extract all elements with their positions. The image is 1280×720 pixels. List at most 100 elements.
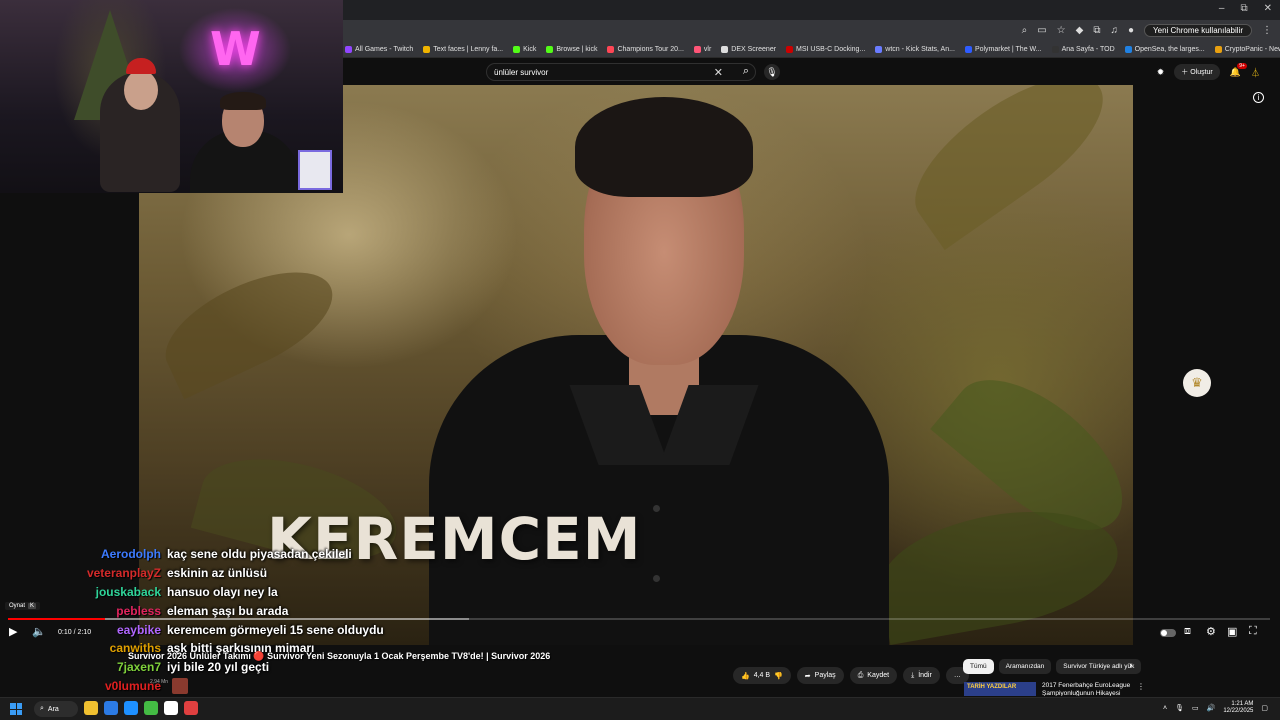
media-icon[interactable]: ♫ xyxy=(1110,25,1118,36)
channel-crest-icon[interactable]: ♛ xyxy=(1183,369,1211,397)
chat-text: iyi bile 20 yıl geçti xyxy=(167,660,270,675)
bookmark-label: CryptoPanic - News... xyxy=(1224,46,1280,53)
profile-icon[interactable]: ● xyxy=(1128,25,1134,36)
taskbar-app-icon[interactable] xyxy=(164,701,178,715)
bookmark-item[interactable]: Kick xyxy=(513,46,536,53)
taskbar-app-icon[interactable] xyxy=(144,701,158,715)
chat-username[interactable]: pebless xyxy=(85,604,167,618)
bookmark-item[interactable]: Polymarket | The W... xyxy=(964,46,1042,53)
like-button[interactable]: 👍 4,4 B 👎 xyxy=(733,667,791,684)
star-icon[interactable]: ☆ xyxy=(1057,25,1066,36)
notification-icon[interactable]: ▢ xyxy=(1261,704,1268,712)
windows-start-icon[interactable] xyxy=(10,703,22,715)
chat-username[interactable]: jouskaback xyxy=(85,585,167,599)
info-icon[interactable]: i xyxy=(1253,92,1264,103)
share-button[interactable]: ➦ Paylaş xyxy=(796,667,844,684)
minimize-button[interactable]: – xyxy=(1219,3,1225,14)
bookmark-item[interactable]: All Games - Twitch xyxy=(345,46,413,53)
bookmark-item[interactable]: Browse | kick xyxy=(546,46,597,53)
bookmark-favicon-icon xyxy=(875,46,883,53)
windows-taskbar: ⌕ Ara ˄ 🎙 ▭ 🔊 1:21 AM 12/22/2025 ▢ xyxy=(0,697,1280,720)
settings-gear-icon[interactable]: ⚙ xyxy=(1206,625,1216,638)
network-icon[interactable]: ▭ xyxy=(1192,704,1199,712)
bookmark-label: All Games - Twitch xyxy=(355,46,414,53)
clock-date: 12/22/2025 xyxy=(1223,708,1254,715)
chat-text: hansuo olayı ney la xyxy=(167,584,278,599)
chevron-right-icon[interactable]: › xyxy=(1129,660,1132,671)
bookmark-label: Kick xyxy=(523,46,537,53)
chat-username[interactable]: 7jaxen7 xyxy=(85,660,167,674)
avatar[interactable]: ⏃ xyxy=(1251,66,1260,79)
notification-badge: 9+ xyxy=(1237,62,1247,69)
bookmark-item[interactable]: Champions Tour 20... xyxy=(607,46,684,53)
taskbar-search-label: Ara xyxy=(47,705,59,713)
microphone-icon[interactable]: 🎙 xyxy=(764,64,780,80)
progress-bar[interactable] xyxy=(8,618,1270,620)
video-title: Survivor 2026 Ünlüler Takımı 🔴 Survivor … xyxy=(128,651,551,661)
taskbar-search[interactable]: ⌕ Ara xyxy=(34,701,78,717)
cast-icon[interactable]: ▭ xyxy=(1037,25,1046,36)
play-icon[interactable]: ▶ xyxy=(9,625,17,638)
extension-icon[interactable]: ◆ xyxy=(1076,25,1084,36)
volume-icon[interactable]: 🔈 xyxy=(32,625,46,638)
bookmark-item[interactable]: Ana Sayfa - TOD xyxy=(1051,46,1115,53)
extension-icon[interactable]: ✹ xyxy=(1157,67,1165,78)
thumbs-down-icon[interactable]: 👎 xyxy=(774,672,783,680)
chevron-up-icon[interactable]: ˄ xyxy=(1163,705,1167,712)
bookmark-item[interactable]: OpenSea, the larges... xyxy=(1124,46,1205,53)
bookmark-label: Champions Tour 20... xyxy=(617,46,684,53)
foliage-decor xyxy=(893,85,1125,250)
bell-icon[interactable]: 🔔 9+ xyxy=(1230,62,1247,78)
taskbar-app-icon[interactable] xyxy=(84,701,98,715)
download-button[interactable]: ⤓ İndir xyxy=(903,667,940,684)
close-button[interactable]: ✕ xyxy=(1264,3,1272,14)
miniplayer-icon[interactable]: ▣ xyxy=(1227,625,1237,638)
bookmark-favicon-icon xyxy=(345,46,352,53)
bookmark-item[interactable]: MSI USB-C Docking... xyxy=(786,46,865,53)
bookmark-item[interactable]: DEX Screener xyxy=(721,46,776,53)
kebab-menu-icon[interactable]: ⋮ xyxy=(1262,25,1272,36)
autoplay-toggle[interactable] xyxy=(1160,629,1176,637)
bookmark-favicon-icon xyxy=(1124,46,1132,53)
subtitles-icon[interactable]: ⧈ xyxy=(1184,625,1191,638)
create-button[interactable]: ＋ Oluştur xyxy=(1174,64,1220,80)
chip-all[interactable]: Tümü xyxy=(963,659,994,674)
maximize-button[interactable]: ⧉ xyxy=(1240,3,1247,14)
recommendation-title[interactable]: 2017 Fenerbahçe EuroLeague Şampiyonluğun… xyxy=(1042,682,1132,696)
bookmark-favicon-icon xyxy=(964,46,972,53)
tooltip-key: K xyxy=(28,603,37,609)
video-actions: 👍 4,4 B 👎 ➦ Paylaş ⎙ Kaydet ⤓ İndir … xyxy=(733,667,969,684)
taskbar-app-icon[interactable] xyxy=(184,701,198,715)
chrome-update-button[interactable]: Yeni Chrome kullanılabilir xyxy=(1144,24,1252,37)
bookmark-icon: ⎙ xyxy=(857,671,864,679)
system-tray: ˄ 🎙 ▭ 🔊 1:21 AM 12/22/2025 ▢ xyxy=(1163,701,1268,715)
search-input[interactable] xyxy=(494,67,694,77)
like-count: 4,4 B xyxy=(753,672,771,679)
search-icon[interactable]: ⌕ xyxy=(1022,25,1028,36)
kebab-menu-icon[interactable]: ⋮ xyxy=(1137,682,1145,691)
bookmark-item[interactable]: wtcn - Kick Stats, An... xyxy=(875,46,955,53)
fullscreen-icon[interactable]: ⛶ xyxy=(1249,625,1257,638)
taskbar-app-icon[interactable] xyxy=(104,701,118,715)
recommendation-thumbnail[interactable]: TARİH YAZDILAR xyxy=(964,682,1036,696)
clock[interactable]: 1:21 AM 12/22/2025 xyxy=(1223,701,1253,715)
channel-avatar[interactable] xyxy=(172,678,188,694)
chip-from-search[interactable]: Aramanızdan xyxy=(998,659,1052,674)
bookmark-item[interactable]: vlr xyxy=(693,46,712,53)
chat-username[interactable]: veteranplayZ xyxy=(85,566,167,580)
chat-text: eleman şaşı bu arada xyxy=(167,603,289,618)
clear-search-icon[interactable]: ✕ xyxy=(714,66,723,79)
puzzle-icon[interactable]: ⧉ xyxy=(1093,25,1100,36)
microphone-icon[interactable]: 🎙 xyxy=(1175,704,1184,712)
bookmark-item[interactable]: Text faces | Lenny fa... xyxy=(423,46,503,53)
search-box[interactable]: ✕ ⌕ xyxy=(486,63,756,81)
save-button[interactable]: ⎙ Kaydet xyxy=(849,667,898,684)
bookmark-item[interactable]: CryptoPanic - News... xyxy=(1214,46,1280,53)
search-icon[interactable]: ⌕ xyxy=(743,65,749,78)
chat-username[interactable]: Aerodolph xyxy=(85,547,167,561)
bookmark-label: vlr xyxy=(703,46,712,53)
webcam-person-head xyxy=(124,70,158,110)
subscriber-count: 2,94 Mn xyxy=(150,679,169,685)
taskbar-app-icon[interactable] xyxy=(124,701,138,715)
speaker-icon[interactable]: 🔊 xyxy=(1207,704,1216,712)
